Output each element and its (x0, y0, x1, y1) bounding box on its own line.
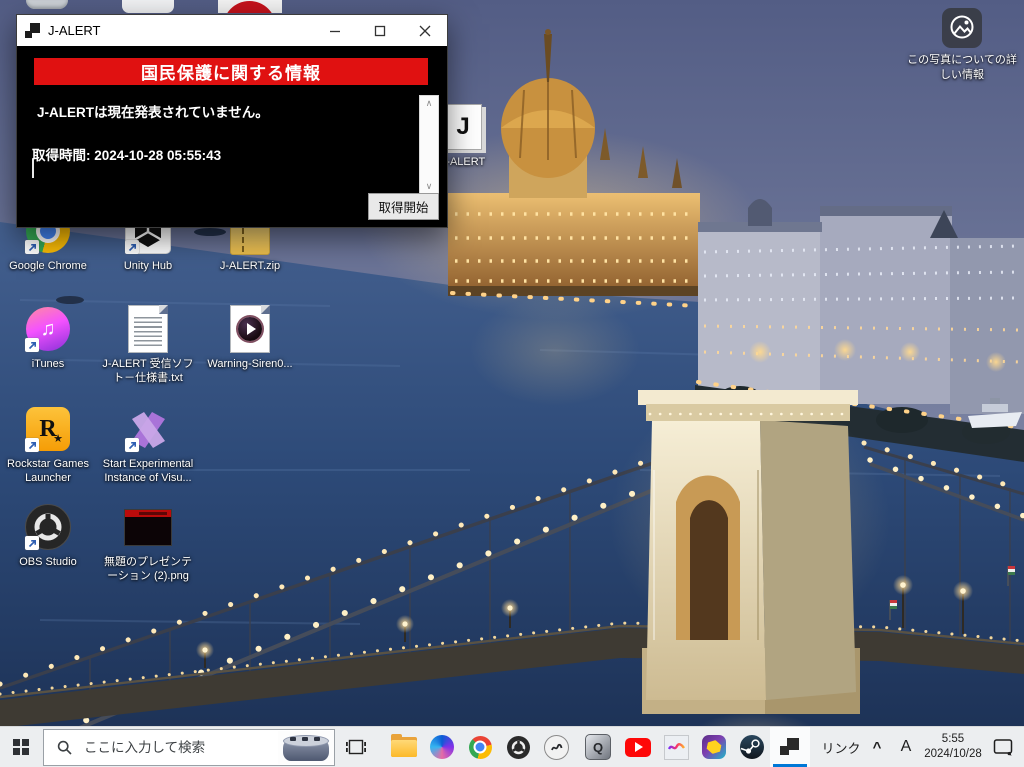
icon-label: Google Chrome (9, 260, 87, 272)
taskbar: Q リンク ^ A 5:55 (0, 726, 1024, 767)
text-caret (32, 159, 34, 178)
youtube-icon (625, 737, 651, 757)
q-app-icon: Q (585, 734, 611, 760)
picture-info-icon (942, 8, 982, 48)
spotlight-info-icon[interactable]: この写真についての詳しい情報 (906, 8, 1018, 83)
image-thumbnail (124, 508, 172, 546)
chrome-button[interactable] (460, 727, 500, 767)
jalert-app-icon (780, 737, 800, 757)
jalert-app-icon (25, 22, 41, 39)
text-document-icon (128, 305, 168, 353)
shortcut-arrow-icon (25, 338, 39, 352)
icon-label: J-ALERT 受信ソフト－仕様書.txt (102, 358, 194, 385)
steam-icon (740, 735, 764, 759)
icon-label: Start Experimental Instance of Visu... (102, 458, 194, 485)
desktop-icon-rockstar[interactable]: R ★ Rockstar Games Launcher (0, 405, 96, 486)
civil-protection-banner: 国民保護に関する情報 (34, 58, 428, 85)
clipchamp-icon (702, 735, 726, 759)
file-explorer-button[interactable] (384, 727, 424, 767)
search-icon (57, 740, 72, 755)
clock-date: 2024/10/28 (924, 748, 982, 760)
icon-label: J-ALERT.zip (219, 260, 281, 272)
shortcut-arrow-icon (125, 240, 139, 254)
desktop-screen: Google Chrome Unity Hub J-ALERT.zip ♫ iT… (0, 0, 1024, 767)
scrollbar[interactable]: ∧ ∨ (419, 95, 439, 195)
youtube-button[interactable] (618, 727, 658, 767)
flag-sun (223, 1, 276, 13)
search-highlight-image[interactable] (278, 731, 334, 764)
jalert-doc-icon: J (444, 104, 482, 150)
cutoff-icon-paper[interactable] (26, 0, 68, 9)
icon-label: 無題のプレゼンテーション (2).png (104, 556, 192, 583)
search-input[interactable] (82, 739, 278, 756)
icon-label: Unity Hub (123, 260, 173, 272)
cutoff-icon-card[interactable] (122, 0, 174, 13)
shortcut-arrow-icon (25, 438, 39, 452)
maximize-button[interactable] (357, 15, 402, 46)
scroll-up-icon[interactable]: ∧ (420, 99, 438, 108)
wave-app-icon (663, 734, 689, 760)
disc-app-icon (543, 734, 569, 760)
tray-link-label[interactable]: リンク (818, 727, 864, 767)
action-center-button[interactable] (984, 727, 1022, 767)
desktop-icon-jalert-spec-txt[interactable]: J-ALERT 受信ソフト－仕様書.txt (100, 305, 196, 386)
wave-app-button[interactable] (656, 727, 696, 767)
window-title: J-ALERT (48, 23, 101, 38)
tray-chevron-icon[interactable]: ^ (864, 727, 890, 767)
jalert-window: J-ALERT 国民保護に関する情報 J-ALERTは現在発表されていません。 … (16, 14, 448, 228)
obs-button[interactable] (498, 727, 538, 767)
desktop-icon-presentation-png[interactable]: 無題のプレゼンテーション (2).png (100, 503, 196, 584)
window-client-area: 国民保護に関する情報 J-ALERTは現在発表されていません。 取得時間: 20… (17, 46, 447, 226)
shortcut-arrow-icon (125, 438, 139, 452)
steam-button[interactable] (732, 727, 772, 767)
icon-label: Warning-Siren0... (207, 358, 293, 370)
shortcut-arrow-icon (25, 240, 39, 254)
task-view-button[interactable] (336, 727, 376, 767)
desktop-icon-vs-experimental[interactable]: Start Experimental Instance of Visu... (100, 405, 196, 486)
file-explorer-icon (391, 734, 417, 757)
fetch-start-button[interactable]: 取得開始 (368, 193, 439, 220)
taskbar-search-box[interactable] (43, 729, 335, 766)
close-button[interactable] (402, 15, 447, 46)
taskbar-clock[interactable]: 5:55 2024/10/28 (922, 727, 984, 767)
shortcut-arrow-icon (25, 536, 39, 550)
notification-icon (993, 738, 1012, 756)
media-document-icon (230, 305, 270, 353)
window-titlebar[interactable]: J-ALERT (17, 15, 447, 46)
cutoff-icon-japan-flag[interactable] (218, 0, 282, 13)
obs-icon (506, 735, 530, 759)
minimize-button[interactable] (312, 15, 357, 46)
desktop-icon-warning-siren[interactable]: Warning-Siren0... (202, 305, 298, 371)
bridge-tower (610, 390, 890, 764)
copilot-icon (430, 735, 454, 759)
alert-status-text: J-ALERTは現在発表されていません。 (37, 105, 269, 120)
icon-label: iTunes (31, 358, 65, 370)
desktop-icon-obs[interactable]: OBS Studio (0, 503, 96, 569)
qapp-button[interactable]: Q (578, 727, 618, 767)
fetch-time-text: 取得時間: 2024-10-28 05:55:43 (32, 148, 222, 163)
windows-logo-icon (13, 739, 29, 755)
icon-label: Rockstar Games Launcher (7, 458, 89, 485)
clock-time: 5:55 (941, 733, 965, 746)
icon-label: OBS Studio (19, 556, 77, 568)
jalert-taskbar-button[interactable] (770, 727, 810, 767)
start-button[interactable] (0, 727, 42, 767)
spotlight-label: この写真についての詳しい情報 (907, 54, 1017, 81)
ime-indicator[interactable]: A (892, 727, 920, 767)
clipchamp-button[interactable] (694, 727, 734, 767)
copilot-button[interactable] (422, 727, 462, 767)
task-view-icon (346, 739, 366, 755)
app-disc-button[interactable] (536, 727, 576, 767)
desktop-icon-itunes[interactable]: ♫ iTunes (0, 305, 96, 371)
scroll-down-icon[interactable]: ∨ (420, 182, 438, 191)
chrome-icon (468, 735, 492, 759)
